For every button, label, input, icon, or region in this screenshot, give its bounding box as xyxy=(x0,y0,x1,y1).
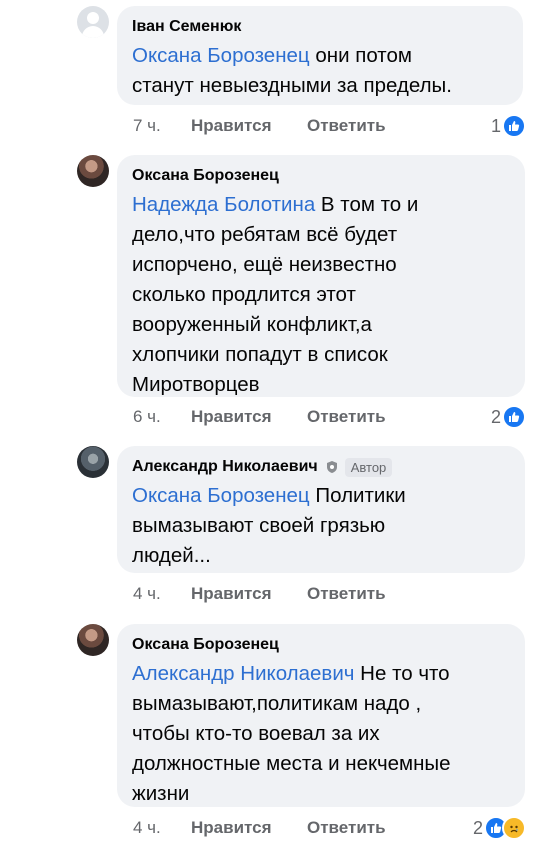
comment-text: Александр Николаевич Не то что вымазывают… xyxy=(132,659,511,809)
sad-icon xyxy=(502,816,526,840)
comment-text-line: чтобы кто-то воевал за их xyxy=(132,722,380,745)
avatar[interactable] xyxy=(77,624,109,656)
comment-actions: 6 ч. Нравится Ответить xyxy=(133,407,386,427)
comment-text: Оксана Борозенец Политики вымазывают свое… xyxy=(132,484,406,567)
like-button[interactable]: Нравится xyxy=(191,584,307,604)
avatar[interactable] xyxy=(77,446,109,478)
reaction-summary[interactable]: 2 xyxy=(473,816,526,840)
comment-text-line: Не то что xyxy=(354,662,450,685)
mention-link[interactable]: Оксана Борозенец xyxy=(132,44,310,67)
reaction-count: 2 xyxy=(472,817,483,838)
comment-text: Оксана Борозенец они потом станут невыезд… xyxy=(132,44,452,97)
reply-button[interactable]: Ответить xyxy=(307,584,386,604)
comment-text: Надежда Болотина В том то и дело,что ребя… xyxy=(132,193,419,396)
comment-actions: 4 ч. Нравится Ответить xyxy=(133,818,386,838)
comment-author[interactable]: Александр Николаевич xyxy=(132,458,318,476)
reply-button[interactable]: Ответить xyxy=(307,818,386,838)
comment-author[interactable]: Іван Семенюк xyxy=(132,18,241,36)
reply-button[interactable]: Ответить xyxy=(307,116,386,136)
like-button[interactable]: Нравится xyxy=(191,116,307,136)
comment-actions: 7 ч. Нравится Ответить xyxy=(133,116,386,136)
shield-icon xyxy=(325,460,339,474)
comment-bubble: Іван Семенюк Оксана Борозенец они потом с… xyxy=(117,6,523,105)
like-icon xyxy=(502,114,526,138)
comment-time[interactable]: 4 ч. xyxy=(133,818,191,838)
reaction-summary[interactable]: 1 xyxy=(491,114,526,138)
avatar[interactable] xyxy=(77,6,109,38)
like-button[interactable]: Нравится xyxy=(191,407,307,427)
author-badge: Автор xyxy=(344,457,393,477)
comment-author[interactable]: Оксана Борозенец xyxy=(132,636,279,654)
reaction-summary[interactable]: 2 xyxy=(491,405,526,429)
like-icon xyxy=(502,405,526,429)
comment-time[interactable]: 6 ч. xyxy=(133,407,191,427)
comment-time[interactable]: 7 ч. xyxy=(133,116,191,136)
comment-actions: 4 ч. Нравится Ответить xyxy=(133,584,386,604)
comment-text-line: должностные места и некчемные xyxy=(132,752,451,775)
comment-bubble: Александр Николаевич Автор Оксана Борозе… xyxy=(117,446,525,573)
comment-time[interactable]: 4 ч. xyxy=(133,584,191,604)
mention-link[interactable]: Оксана Борозенец xyxy=(132,484,310,507)
comment-author[interactable]: Оксана Борозенец xyxy=(132,167,279,185)
avatar[interactable] xyxy=(77,155,109,187)
like-button[interactable]: Нравится xyxy=(191,818,307,838)
reaction-count: 2 xyxy=(490,406,501,427)
reply-button[interactable]: Ответить xyxy=(307,407,386,427)
comment-bubble: Оксана Борозенец Надежда Болотина В том … xyxy=(117,155,525,397)
comment-bubble: Оксана Борозенец Александр Николаевич Не… xyxy=(117,624,525,807)
comment-text-line: жизни xyxy=(132,782,190,805)
mention-link[interactable]: Александр Николаевич xyxy=(132,662,354,685)
comment-text-line: вымазывают,политикам надо , xyxy=(132,692,422,715)
reaction-count: 1 xyxy=(490,115,501,136)
mention-link[interactable]: Надежда Болотина xyxy=(132,193,315,216)
